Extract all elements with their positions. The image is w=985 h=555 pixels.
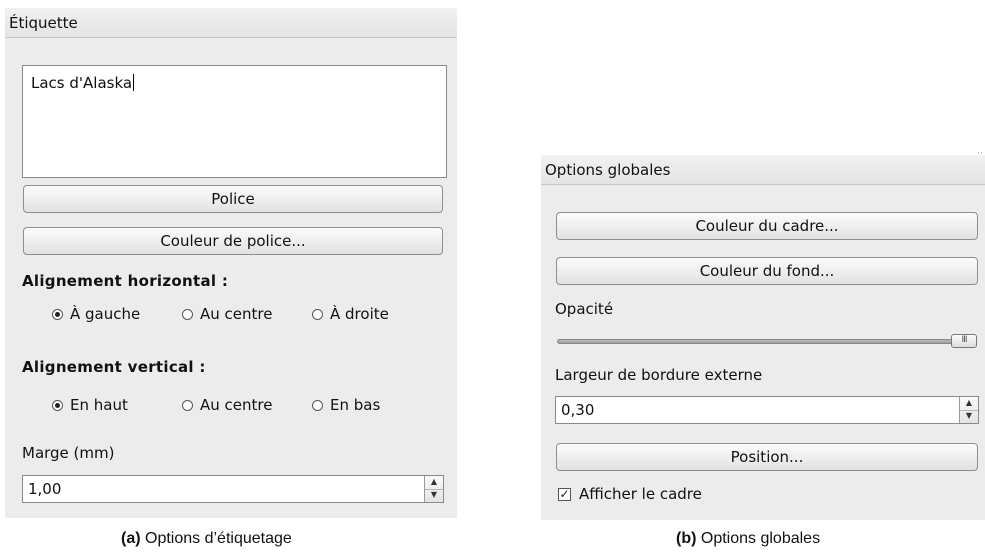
opacity-slider-track[interactable]: [557, 339, 977, 344]
caption-b-text: Options globales: [700, 530, 821, 547]
v-align-center-option[interactable]: Au centre: [182, 396, 302, 416]
radio-button[interactable]: [52, 400, 63, 411]
font-button[interactable]: Police: [23, 185, 443, 213]
v-align-top-option[interactable]: En haut: [52, 396, 164, 416]
margin-spinbox[interactable]: 1,00 ▲ ▼: [22, 475, 444, 503]
h-align-left-label: À gauche: [70, 305, 141, 323]
spin-up-icon[interactable]: ▲: [425, 476, 443, 490]
caption-a: (a) Options d’étiquetage: [121, 530, 292, 548]
opacity-label: Opacité: [555, 300, 614, 318]
caption-a-text: Options d’étiquetage: [145, 530, 292, 547]
label-options-panel: Étiquette Lacs d'Alaska Police Couleur d…: [5, 8, 457, 518]
border-width-label: Largeur de bordure externe: [555, 366, 763, 384]
show-frame-label: Afficher le cadre: [579, 485, 702, 503]
show-frame-option[interactable]: ✓ Afficher le cadre: [558, 485, 758, 505]
radio-button[interactable]: [312, 400, 323, 411]
spin-down-icon[interactable]: ▼: [960, 410, 978, 423]
h-align-center-label: Au centre: [200, 305, 273, 323]
background-color-button[interactable]: Couleur du fond...: [556, 257, 978, 285]
panel-title: Étiquette: [5, 8, 457, 38]
h-align-right-label: À droite: [330, 305, 389, 323]
border-width-spin-buttons: ▲ ▼: [959, 397, 978, 423]
h-align-left-option[interactable]: À gauche: [52, 305, 164, 325]
text-caret: [133, 74, 135, 91]
radio-button[interactable]: [182, 309, 193, 320]
font-color-button[interactable]: Couleur de police...: [23, 227, 443, 255]
h-align-right-option[interactable]: À droite: [312, 305, 422, 325]
v-align-bottom-label: En bas: [330, 396, 381, 414]
margin-label: Marge (mm): [22, 444, 115, 462]
border-width-spinbox[interactable]: 0,30 ▲ ▼: [555, 396, 979, 424]
check-icon[interactable]: ✓: [558, 488, 571, 501]
caption-b: (b) Options globales: [676, 530, 820, 548]
opacity-slider-handle[interactable]: III: [951, 334, 977, 348]
h-align-center-option[interactable]: Au centre: [182, 305, 302, 325]
v-align-bottom-option[interactable]: En bas: [312, 396, 412, 416]
radio-button[interactable]: [312, 309, 323, 320]
panel-title: Options globales: [541, 155, 985, 185]
global-options-panel: ·· Options globales Couleur du cadre... …: [541, 149, 985, 520]
border-width-value: 0,30: [561, 401, 595, 419]
spin-down-icon[interactable]: ▼: [425, 489, 443, 502]
v-align-top-label: En haut: [70, 396, 128, 414]
v-align-center-label: Au centre: [200, 396, 273, 414]
label-text-area[interactable]: Lacs d'Alaska: [22, 65, 447, 178]
margin-spin-buttons: ▲ ▼: [424, 476, 443, 502]
vertical-alignment-title: Alignement vertical :: [22, 358, 206, 376]
position-button[interactable]: Position...: [556, 443, 978, 471]
caption-b-prefix: (b): [676, 530, 697, 547]
radio-button[interactable]: [182, 400, 193, 411]
radio-button[interactable]: [52, 309, 63, 320]
caption-a-prefix: (a): [121, 530, 141, 547]
frame-color-button[interactable]: Couleur du cadre...: [556, 212, 978, 240]
horizontal-alignment-title: Alignement horizontal :: [22, 272, 229, 290]
margin-value: 1,00: [28, 480, 62, 498]
spin-up-icon[interactable]: ▲: [960, 397, 978, 411]
label-text-value: Lacs d'Alaska: [31, 74, 133, 92]
